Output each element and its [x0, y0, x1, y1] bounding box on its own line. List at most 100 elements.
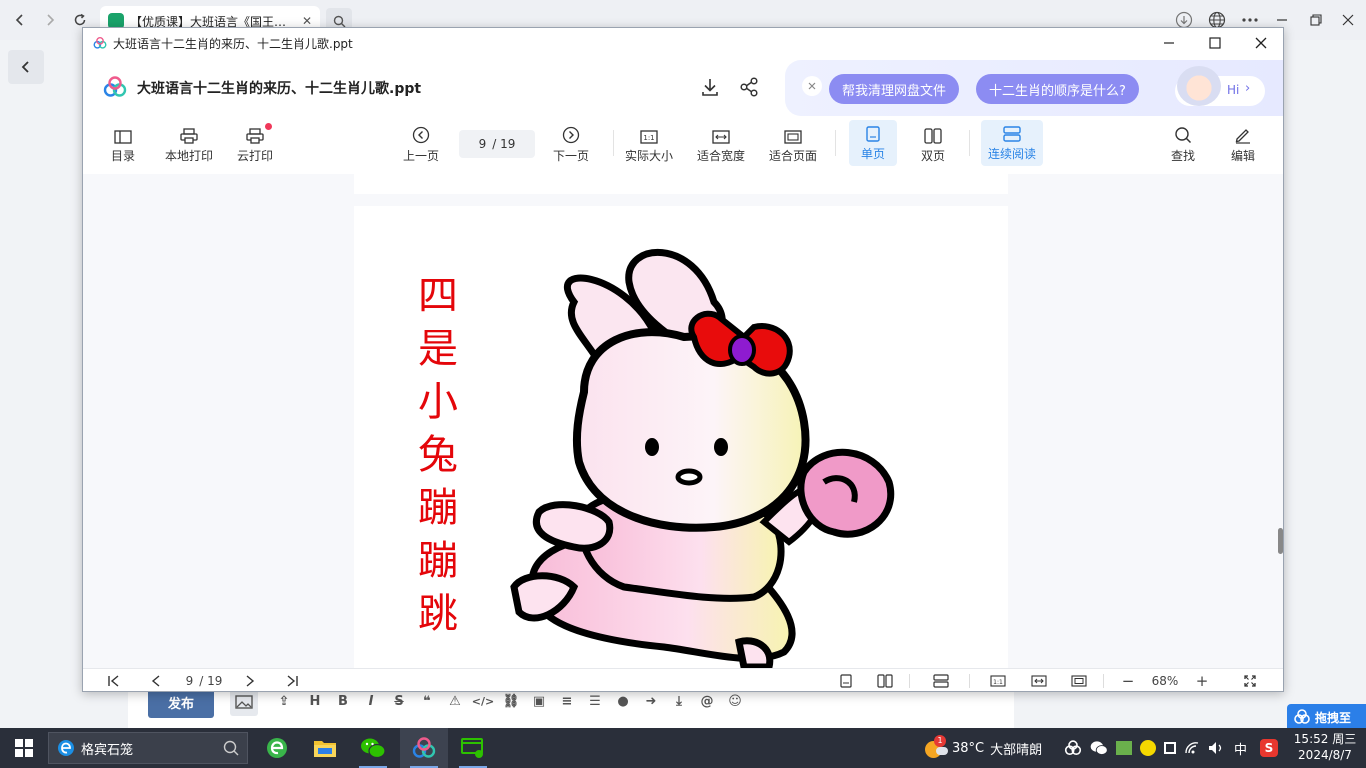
- fit-page-button[interactable]: 适合页面: [767, 116, 819, 168]
- document-area[interactable]: 四 是 小 兔 蹦 蹦 跳: [83, 174, 1283, 668]
- tray-wechat-icon[interactable]: [1090, 740, 1108, 756]
- tab-close-icon[interactable]: ✕: [302, 14, 312, 28]
- tray-plus-icon[interactable]: [1140, 740, 1156, 756]
- status-continuous-icon[interactable]: [931, 673, 951, 689]
- next-page-small-icon[interactable]: [241, 673, 259, 689]
- ppt-viewer-window: 大班语言十二生肖的来历、十二生肖儿歌.ppt 大班语言十二生肖的来历、十二生肖儿…: [82, 27, 1284, 692]
- weather-widget[interactable]: 1 38°C 大部晴朗: [924, 728, 1042, 768]
- continuous-reading-label: 连续阅读: [987, 147, 1036, 161]
- bullet-list-icon[interactable]: ≡: [558, 692, 576, 710]
- taskbar-screen-app-icon[interactable]: [449, 728, 497, 768]
- status-double-page-icon[interactable]: [875, 673, 895, 689]
- warning-icon[interactable]: ⚠: [446, 692, 464, 710]
- download-icon[interactable]: ⤓: [670, 692, 688, 710]
- restore-icon[interactable]: [1306, 10, 1326, 30]
- share-icon[interactable]: [738, 76, 760, 98]
- drag-upload-panel[interactable]: 拖拽至: [1287, 704, 1366, 730]
- slide-char: 蹦: [418, 538, 458, 584]
- system-tray-icons: [1064, 728, 1224, 768]
- image-gallery-icon[interactable]: [230, 688, 258, 716]
- status-single-page-icon[interactable]: [837, 673, 855, 689]
- zoom-out-button[interactable]: −: [1119, 672, 1137, 690]
- notification-dot: [265, 123, 272, 130]
- prev-page-label: 上一页: [402, 149, 439, 163]
- last-page-icon[interactable]: [283, 673, 301, 689]
- weather-sun-icon: 1: [924, 735, 948, 759]
- ime-indicator[interactable]: 中: [1234, 728, 1247, 768]
- status-page-current[interactable]: 9: [186, 674, 194, 688]
- comment-icon[interactable]: ●: [614, 692, 632, 710]
- svg-text:1:1: 1:1: [993, 679, 1003, 686]
- tray-nvidia-icon[interactable]: [1116, 741, 1132, 755]
- wifi-icon[interactable]: [1184, 741, 1200, 755]
- status-actual-size-icon[interactable]: 1:1: [988, 673, 1008, 689]
- taskbar-folder-icon[interactable]: [301, 728, 349, 768]
- ai-suggestion-zodiac-order[interactable]: 十二生肖的顺序是什么?: [976, 74, 1139, 104]
- emoji-icon[interactable]: ☺: [726, 692, 744, 710]
- taskbar-ie-icon[interactable]: [253, 728, 301, 768]
- prev-page-button[interactable]: 上一页: [401, 116, 441, 168]
- fit-page-label: 适合页面: [768, 149, 817, 163]
- mention-icon[interactable]: @: [698, 692, 716, 710]
- image-icon[interactable]: ▣: [530, 692, 548, 710]
- viewer-maximize-icon[interactable]: [1192, 28, 1238, 58]
- double-page-button[interactable]: 双页: [913, 116, 953, 168]
- clock[interactable]: 15:52 周三 2024/8/7: [1290, 731, 1360, 763]
- numbered-list-icon[interactable]: ☰: [586, 692, 604, 710]
- status-fit-width-icon[interactable]: [1029, 673, 1049, 689]
- page-number-input[interactable]: 9 / 19: [459, 130, 535, 158]
- taskbar-search-box[interactable]: 格宾石笼: [48, 732, 248, 764]
- code-icon[interactable]: </>: [472, 692, 494, 710]
- prev-page-small-icon[interactable]: [147, 673, 165, 689]
- quote-icon[interactable]: ❝: [418, 692, 436, 710]
- single-page-icon: [866, 126, 880, 142]
- first-page-icon[interactable]: [105, 673, 123, 689]
- continuous-reading-button[interactable]: 连续阅读: [981, 120, 1043, 166]
- strikethrough-icon[interactable]: S: [390, 692, 408, 710]
- fullscreen-icon[interactable]: [1241, 673, 1259, 689]
- tray-sogou-icon[interactable]: S: [1260, 728, 1278, 768]
- download-icon[interactable]: [699, 76, 721, 98]
- single-page-button[interactable]: 单页: [849, 120, 897, 166]
- upload-file-icon[interactable]: ⇪: [275, 692, 293, 710]
- page-current[interactable]: 9: [479, 137, 487, 151]
- single-page-label: 单页: [860, 147, 885, 161]
- start-windows-icon[interactable]: [0, 728, 48, 768]
- tray-battery-icon[interactable]: [1164, 742, 1176, 754]
- find-button[interactable]: 查找: [1168, 116, 1198, 168]
- tray-netdisk-icon[interactable]: [1064, 740, 1082, 756]
- next-page-icon: [562, 126, 580, 144]
- link-icon[interactable]: ⛓: [502, 692, 520, 710]
- zoom-in-button[interactable]: +: [1193, 672, 1211, 690]
- zoom-level[interactable]: 68%: [1147, 673, 1183, 689]
- viewer-minimize-icon[interactable]: [1146, 28, 1192, 58]
- actual-size-button[interactable]: 1:1 实际大小: [623, 116, 675, 168]
- next-page-button[interactable]: 下一页: [551, 116, 591, 168]
- edit-button[interactable]: 编辑: [1229, 116, 1257, 168]
- continuous-reading-icon: [1003, 126, 1021, 142]
- toc-button[interactable]: 目录: [109, 116, 137, 168]
- toc-icon: [114, 130, 132, 144]
- fit-width-button[interactable]: 适合宽度: [695, 116, 747, 168]
- vertical-scrollbar[interactable]: [1278, 528, 1283, 554]
- edge-logo-icon: [58, 740, 74, 756]
- status-fit-page-icon[interactable]: [1069, 673, 1089, 689]
- taskbar-wechat-icon[interactable]: [349, 728, 397, 768]
- taskbar-netdisk-icon[interactable]: [400, 728, 448, 768]
- ai-bar-close-icon[interactable]: [802, 76, 822, 96]
- insert-icon[interactable]: ➜: [642, 692, 660, 710]
- ai-hi-button[interactable]: Hi ›: [1175, 66, 1265, 106]
- page-back-button[interactable]: [8, 50, 44, 84]
- printer-icon: [180, 128, 198, 144]
- heading-icon[interactable]: H: [306, 692, 324, 710]
- volume-icon[interactable]: [1208, 741, 1224, 755]
- forward-icon[interactable]: [38, 8, 62, 32]
- ai-suggestion-clean-files[interactable]: 帮我清理网盘文件: [829, 74, 960, 104]
- status-page-indicator[interactable]: 9 / 19: [179, 673, 229, 689]
- bold-icon[interactable]: B: [334, 692, 352, 710]
- viewer-close-icon[interactable]: [1238, 28, 1283, 58]
- italic-icon[interactable]: I: [362, 692, 380, 710]
- local-print-button[interactable]: 本地打印: [164, 116, 214, 168]
- back-icon[interactable]: [8, 8, 32, 32]
- close-icon[interactable]: [1338, 10, 1358, 30]
